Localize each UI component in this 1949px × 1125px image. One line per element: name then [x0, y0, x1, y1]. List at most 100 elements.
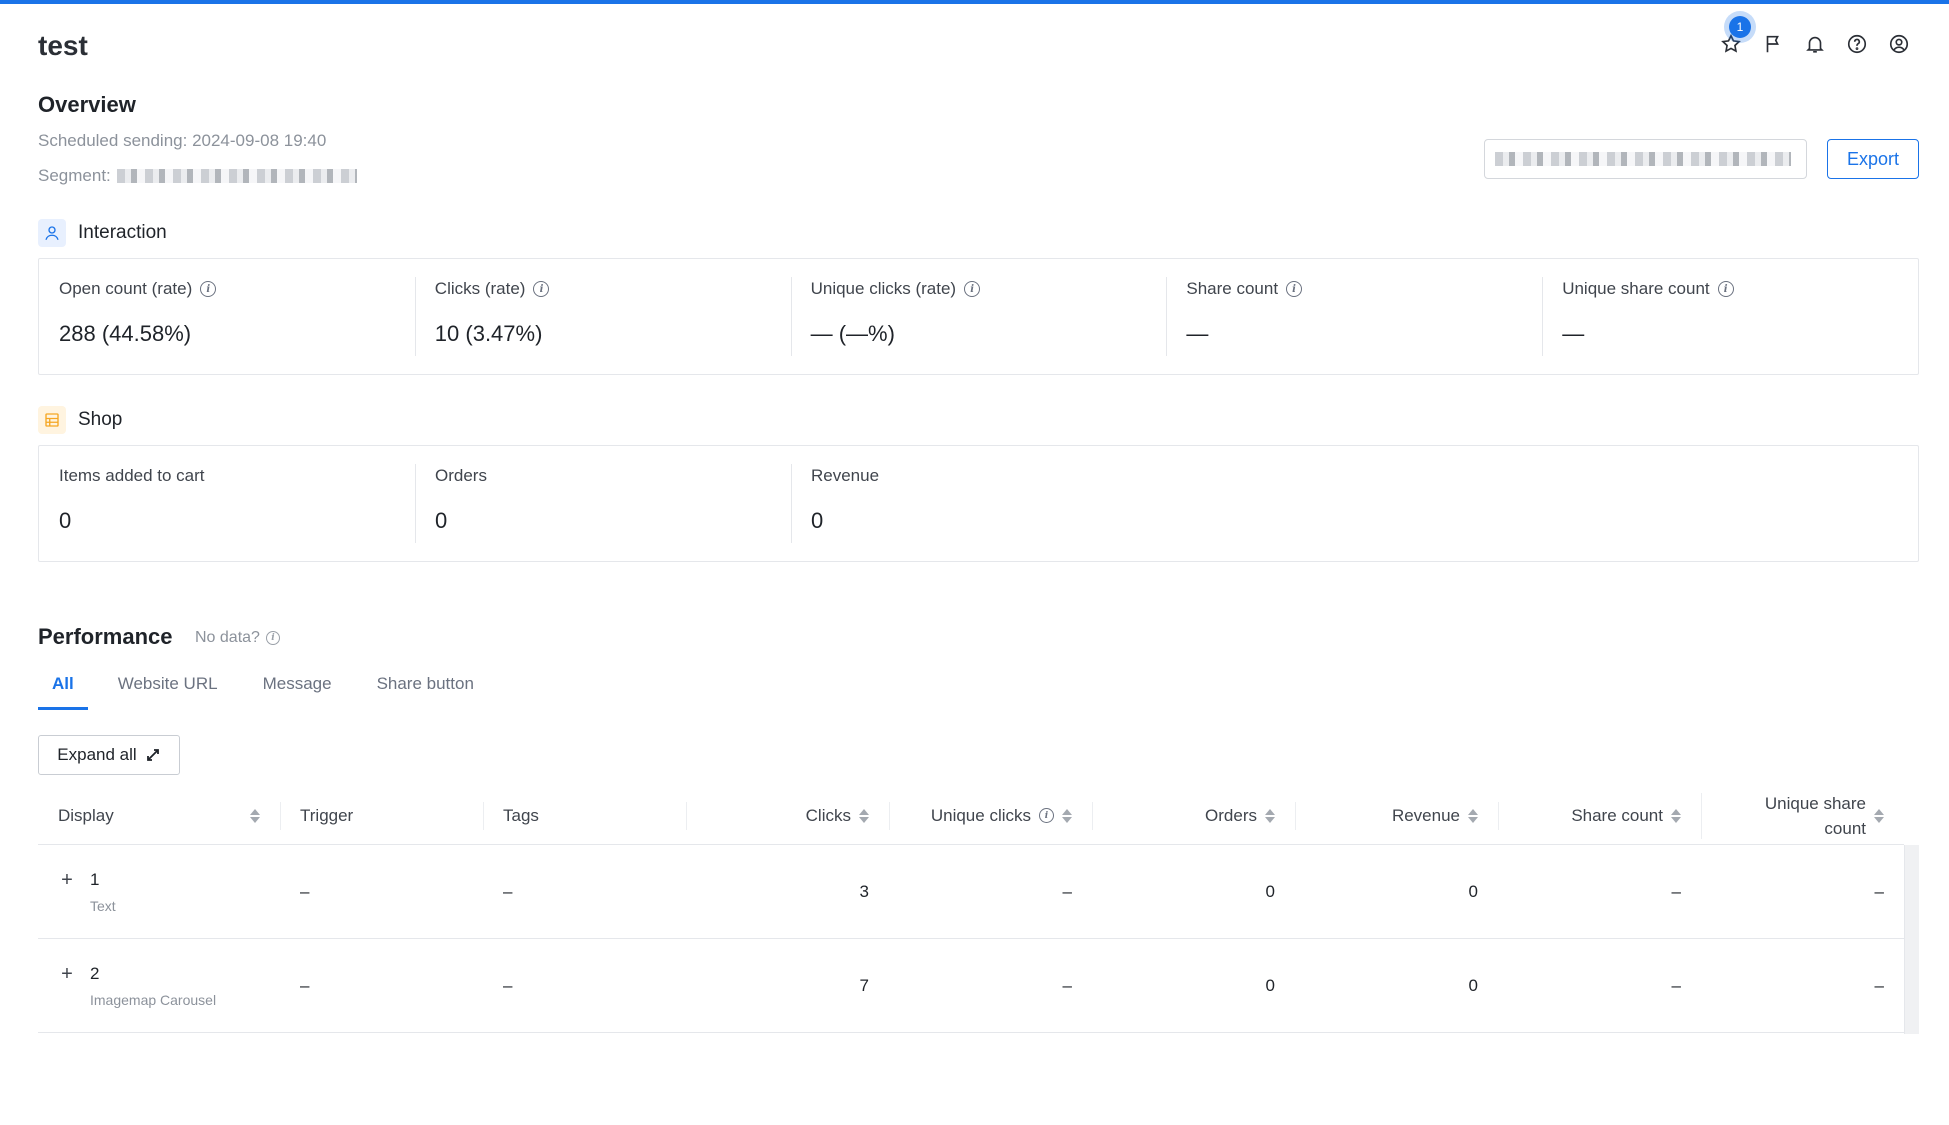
tags-cell: –: [503, 975, 513, 995]
tab-share-button[interactable]: Share button: [377, 670, 474, 710]
help-icon[interactable]: [1845, 32, 1869, 56]
sort-icon[interactable]: [859, 808, 869, 823]
notification-badge: 1: [1729, 16, 1751, 38]
info-icon[interactable]: i: [1717, 281, 1734, 297]
overview-title: Overview: [38, 92, 136, 117]
stat-label: Revenue: [811, 466, 880, 485]
sort-icon[interactable]: [1671, 808, 1681, 823]
revenue-cell: 0: [1468, 881, 1478, 901]
display-type: Text: [90, 897, 116, 914]
date-range-picker[interactable]: [1484, 139, 1807, 179]
info-icon[interactable]: i: [200, 281, 217, 297]
stat-open-count: Open count (rate) i 288 (44.58%): [39, 259, 415, 374]
stat-label: Share count: [1186, 279, 1279, 298]
segment-value-redacted: [116, 169, 357, 183]
account-icon[interactable]: [1887, 32, 1911, 56]
revenue-cell: 0: [1468, 975, 1478, 995]
clicks-cell: 7: [859, 975, 869, 995]
column-orders[interactable]: Orders: [1092, 800, 1295, 832]
sort-icon[interactable]: [1468, 808, 1478, 823]
info-icon[interactable]: i: [265, 631, 280, 645]
sort-icon[interactable]: [250, 808, 260, 823]
stat-value: —: [1562, 321, 1585, 346]
table-scrollbar[interactable]: [1904, 845, 1919, 1034]
scheduled-sending: Scheduled sending: 2024-09-08 19:40: [38, 131, 327, 150]
info-icon[interactable]: i: [533, 281, 550, 297]
stat-orders: Orders 0: [415, 446, 791, 561]
sort-icon[interactable]: [1874, 808, 1884, 823]
display-cell: + 2 Imagemap Carousel: [38, 963, 280, 1008]
expand-all-label: Expand all: [57, 745, 137, 764]
stat-value: 0: [59, 508, 72, 533]
column-display[interactable]: Display: [38, 800, 280, 832]
column-label: Display: [58, 805, 114, 825]
info-icon[interactable]: i: [1039, 808, 1054, 823]
tags-cell: –: [503, 881, 513, 901]
info-icon[interactable]: i: [1286, 281, 1303, 297]
info-icon[interactable]: i: [964, 281, 981, 297]
column-label: Clicks: [805, 805, 851, 825]
tab-all[interactable]: All: [38, 670, 88, 710]
stat-value: 0: [811, 508, 824, 533]
column-trigger: Trigger: [280, 800, 483, 832]
stat-value: —: [1186, 321, 1209, 346]
share-count-cell: –: [1671, 975, 1681, 995]
column-unique-clicks[interactable]: Unique clicks i: [889, 800, 1092, 832]
column-label: Tags: [503, 805, 539, 825]
column-clicks[interactable]: Clicks: [686, 800, 889, 832]
stat-value: 0: [435, 508, 448, 533]
top-accent-bar: [0, 0, 1949, 4]
plus-icon[interactable]: +: [58, 869, 76, 891]
stat-clicks: Clicks (rate) i 10 (3.47%): [414, 259, 791, 374]
header-toolbar: 1: [1719, 16, 1911, 56]
share-count-cell: –: [1671, 881, 1681, 901]
no-data-label: No data?: [195, 629, 260, 646]
display-cell: + 1 Text: [38, 869, 280, 914]
tab-website-url[interactable]: Website URL: [118, 670, 218, 710]
page-title: test: [38, 30, 88, 61]
performance-table: Display Trigger Tags Clicks Unique click…: [38, 787, 1904, 1033]
shop-title: Shop: [78, 409, 123, 430]
unique-clicks-cell: –: [1062, 975, 1072, 995]
column-label: Orders: [1205, 805, 1257, 825]
column-label: Unique share count: [1764, 793, 1866, 838]
no-data-help[interactable]: No data? i: [195, 629, 280, 647]
stat-label: Clicks (rate): [434, 279, 526, 298]
column-share-count[interactable]: Share count: [1498, 800, 1701, 832]
export-button[interactable]: Export: [1827, 139, 1919, 179]
star-icon[interactable]: 1: [1719, 16, 1751, 56]
store-icon: [38, 406, 66, 434]
user-icon: [38, 219, 66, 247]
stat-unique-clicks: Unique clicks (rate) i — (—%): [790, 259, 1167, 374]
flag-icon[interactable]: [1761, 32, 1785, 56]
display-number: 1: [90, 869, 100, 889]
display-number: 2: [90, 963, 100, 983]
stat-label: Items added to cart: [59, 466, 205, 485]
performance-title: Performance: [38, 624, 173, 649]
sort-icon[interactable]: [1265, 808, 1275, 823]
shop-stats: Items added to cart 0 Orders 0 Revenue 0: [38, 445, 1919, 562]
expand-all-button[interactable]: Expand all: [38, 735, 180, 775]
stat-items-added: Items added to cart 0: [39, 446, 415, 561]
display-type: Imagemap Carousel: [90, 991, 217, 1008]
plus-icon[interactable]: +: [58, 963, 76, 985]
sort-icon[interactable]: [1062, 808, 1072, 823]
bell-icon[interactable]: [1803, 32, 1827, 56]
stat-revenue: Revenue 0: [791, 446, 1167, 561]
page-header: test 1: [38, 16, 1911, 68]
unique-share-count-cell: –: [1874, 975, 1884, 995]
column-tags: Tags: [483, 800, 686, 832]
trigger-cell: –: [300, 881, 310, 901]
tab-message[interactable]: Message: [263, 670, 332, 710]
stat-label: Open count (rate): [59, 279, 193, 298]
stat-label: Unique clicks (rate): [810, 279, 957, 298]
column-revenue[interactable]: Revenue: [1295, 800, 1498, 832]
performance-tabs: All Website URL Message Share button: [38, 670, 519, 710]
column-unique-share-count[interactable]: Unique share count: [1701, 791, 1904, 841]
stat-value: 10 (3.47%): [434, 321, 543, 346]
table-header: Display Trigger Tags Clicks Unique click…: [38, 787, 1904, 845]
orders-cell: 0: [1265, 881, 1275, 901]
stat-value: — (—%): [810, 321, 895, 346]
column-label: Trigger: [300, 805, 354, 825]
unique-share-count-cell: –: [1874, 881, 1884, 901]
